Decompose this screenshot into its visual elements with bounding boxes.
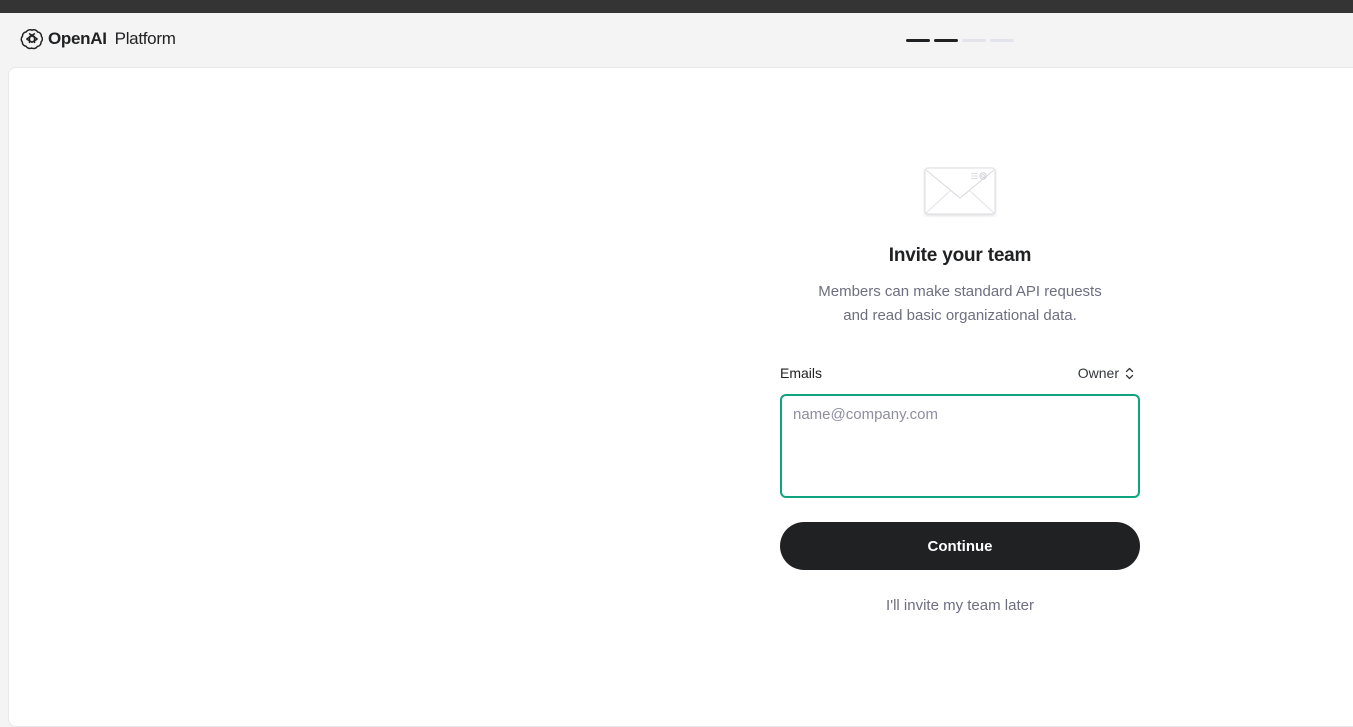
brand-logo[interactable]: OpenAI Platform bbox=[20, 27, 176, 51]
progress-step-1 bbox=[906, 39, 930, 42]
browser-top-strip bbox=[0, 0, 1353, 13]
role-select-value: Owner bbox=[1077, 365, 1119, 381]
subtitle-line-1: Members can make standard API requests bbox=[818, 283, 1102, 300]
progress-step-2 bbox=[934, 39, 958, 42]
emails-label: Emails bbox=[780, 365, 823, 381]
subtitle-line-2: and read basic organizational data. bbox=[843, 307, 1077, 324]
page-subtitle: Members can make standard API requests a… bbox=[780, 280, 1140, 328]
envelope-icon bbox=[923, 167, 997, 217]
progress-step-4 bbox=[990, 39, 1014, 42]
page-title: Invite your team bbox=[888, 245, 1032, 266]
continue-button[interactable]: Continue bbox=[780, 522, 1140, 570]
chevron-updown-icon bbox=[1125, 367, 1134, 380]
app-header: OpenAI Platform bbox=[0, 13, 1353, 68]
openai-logo-icon bbox=[20, 27, 44, 51]
emails-input[interactable] bbox=[780, 394, 1140, 498]
invite-later-link[interactable]: I'll invite my team later bbox=[780, 597, 1140, 614]
brand-product: Platform bbox=[114, 29, 176, 48]
role-select[interactable]: Owner bbox=[1062, 363, 1140, 383]
onboarding-progress bbox=[906, 39, 1014, 42]
brand-name: OpenAI bbox=[48, 29, 107, 48]
main-panel bbox=[8, 67, 1353, 727]
progress-step-3 bbox=[962, 39, 986, 42]
